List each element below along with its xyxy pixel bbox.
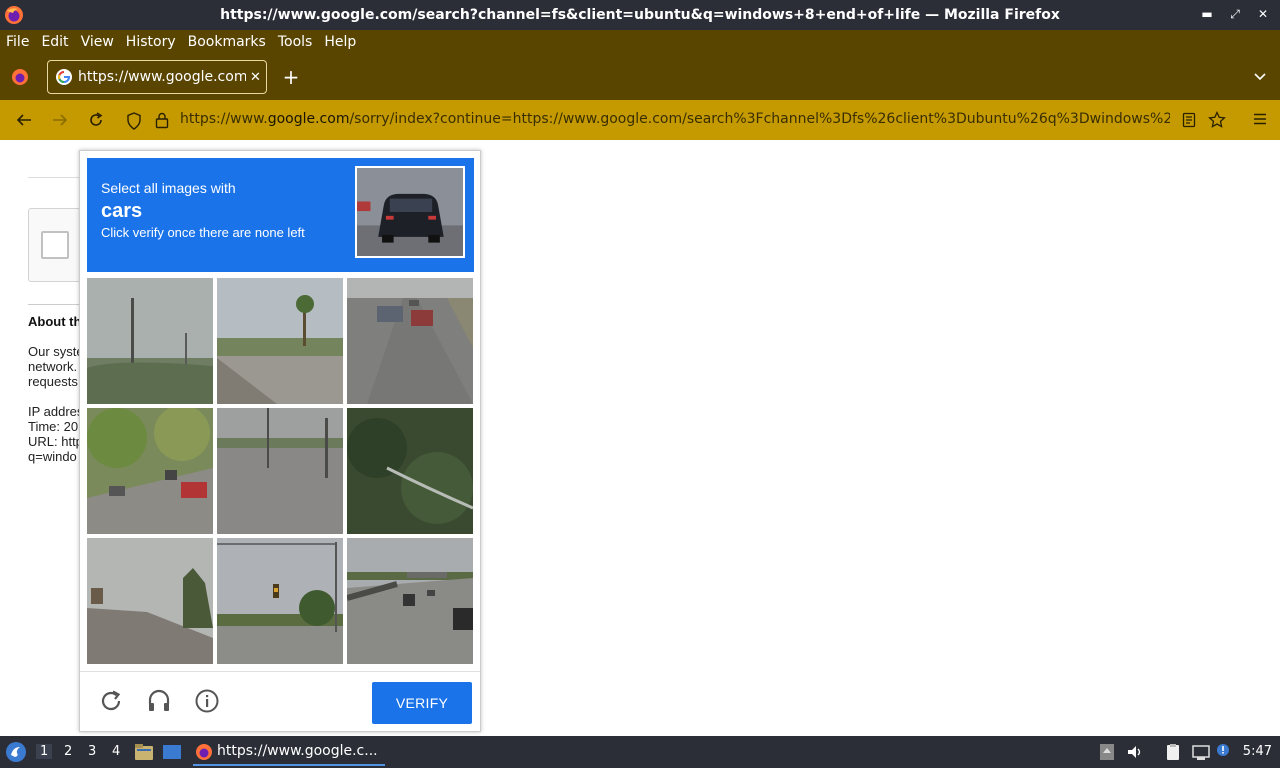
lock-icon[interactable]: [154, 111, 170, 129]
url-text[interactable]: https://www.google.com/sorry/index?conti…: [180, 111, 1170, 127]
captcha-tile[interactable]: [87, 538, 213, 664]
firefox-icon: [5, 6, 23, 24]
captcha-tile[interactable]: [347, 408, 473, 534]
menu-view[interactable]: View: [81, 34, 114, 50]
captcha-footer: VERIFY: [80, 671, 480, 731]
forward-arrow-icon: [53, 114, 68, 126]
menu-file[interactable]: File: [6, 34, 29, 50]
minimize-button[interactable]: ▬: [1200, 6, 1214, 22]
hamburger-menu-icon[interactable]: [1252, 111, 1268, 127]
menu-help[interactable]: Help: [324, 34, 356, 50]
sample-image: [355, 166, 465, 258]
workspace-2[interactable]: 2: [64, 744, 72, 759]
start-menu-icon[interactable]: [5, 741, 27, 763]
captcha-header: Select all images with cars Click verify…: [87, 158, 474, 272]
reload-icon: [90, 112, 103, 126]
verify-button[interactable]: VERIFY: [372, 682, 472, 724]
task-label: https://www.google.c...: [217, 743, 378, 759]
captcha-instruction: Select all images with: [101, 180, 236, 196]
back-arrow-icon: [16, 114, 31, 126]
url-host: google.com: [267, 111, 350, 127]
firefox-icon: [196, 744, 212, 760]
back-button[interactable]: [14, 110, 34, 130]
desktop-icon[interactable]: [162, 743, 182, 761]
captcha-subinstruction: Click verify once there are none left: [101, 225, 305, 240]
google-favicon-icon: [56, 69, 72, 85]
notification-icon[interactable]: [1216, 743, 1234, 761]
captcha-image-grid: [87, 278, 474, 665]
menu-bar: File Edit View History Bookmarks Tools H…: [0, 30, 1280, 54]
workspace-1[interactable]: 1: [36, 744, 53, 759]
page-text-line: requests: [28, 374, 78, 389]
forward-button[interactable]: [50, 110, 70, 130]
page-text-line: URL: http: [28, 434, 83, 449]
info-icon[interactable]: [194, 688, 220, 714]
menu-bookmarks[interactable]: Bookmarks: [188, 34, 266, 50]
captcha-keyword: cars: [101, 200, 143, 222]
clipboard-icon[interactable]: [1164, 743, 1182, 761]
page-text-line: Our syste: [28, 344, 84, 359]
tab-bar: https://www.google.com/ ✕ +: [0, 54, 1280, 100]
address-bar[interactable]: https://www.google.com/sorry/index?conti…: [118, 104, 1234, 136]
captcha-tile[interactable]: [217, 408, 343, 534]
volume-icon[interactable]: [1126, 743, 1144, 761]
captcha-tile[interactable]: [87, 278, 213, 404]
window-titlebar: https://www.google.com/search?channel=fs…: [0, 0, 1280, 30]
audio-challenge-icon[interactable]: [146, 688, 172, 714]
workspace-3[interactable]: 3: [88, 744, 96, 759]
bookmark-star-icon[interactable]: [1208, 111, 1226, 129]
reader-view-icon[interactable]: [1182, 112, 1196, 128]
reload-challenge-icon[interactable]: [98, 688, 124, 714]
captcha-tile[interactable]: [217, 278, 343, 404]
tab-close-icon[interactable]: ✕: [250, 70, 261, 85]
navigation-toolbar: https://www.google.com/sorry/index?conti…: [0, 100, 1280, 140]
menu-history[interactable]: History: [126, 34, 176, 50]
page-text-line: IP addres: [28, 404, 84, 419]
shield-icon[interactable]: [126, 112, 142, 130]
captcha-tile[interactable]: [347, 278, 473, 404]
new-tab-button[interactable]: +: [281, 66, 301, 88]
taskbar: 1 2 3 4 https://www.google.c... 5:47: [0, 736, 1280, 768]
clock: 5:47: [1242, 744, 1272, 759]
captcha-tile[interactable]: [87, 408, 213, 534]
browser-tab[interactable]: https://www.google.com/ ✕: [47, 60, 267, 94]
file-manager-icon[interactable]: [134, 743, 154, 761]
window-title: https://www.google.com/search?channel=fs…: [220, 7, 1060, 23]
about-heading: About th: [28, 314, 82, 329]
page-text-line: network.: [28, 359, 78, 374]
captcha-challenge-dialog: Select all images with cars Click verify…: [79, 150, 481, 732]
eject-icon[interactable]: [1098, 743, 1116, 761]
workspace-4[interactable]: 4: [112, 744, 120, 759]
chevron-down-icon[interactable]: [1252, 68, 1268, 84]
page-text-line: q=windo: [28, 449, 77, 464]
captcha-tile[interactable]: [347, 538, 473, 664]
url-path: /sorry/index?continue=https://www.google…: [349, 111, 1170, 127]
tab-label: https://www.google.com/: [78, 69, 246, 85]
menu-tools[interactable]: Tools: [278, 34, 313, 50]
maximize-button[interactable]: ⤢: [1228, 6, 1242, 22]
menu-edit[interactable]: Edit: [41, 34, 68, 50]
firefox-view-icon[interactable]: [10, 67, 30, 87]
url-prefix: https://www.: [180, 111, 268, 127]
network-icon[interactable]: [1192, 743, 1210, 761]
reload-button[interactable]: [86, 110, 106, 130]
page-text-line: Time: 20: [28, 419, 79, 434]
captcha-tile[interactable]: [217, 538, 343, 664]
close-window-button[interactable]: ✕: [1256, 6, 1270, 22]
recaptcha-checkbox[interactable]: [41, 231, 69, 259]
taskbar-firefox-task[interactable]: https://www.google.c...: [193, 738, 385, 766]
